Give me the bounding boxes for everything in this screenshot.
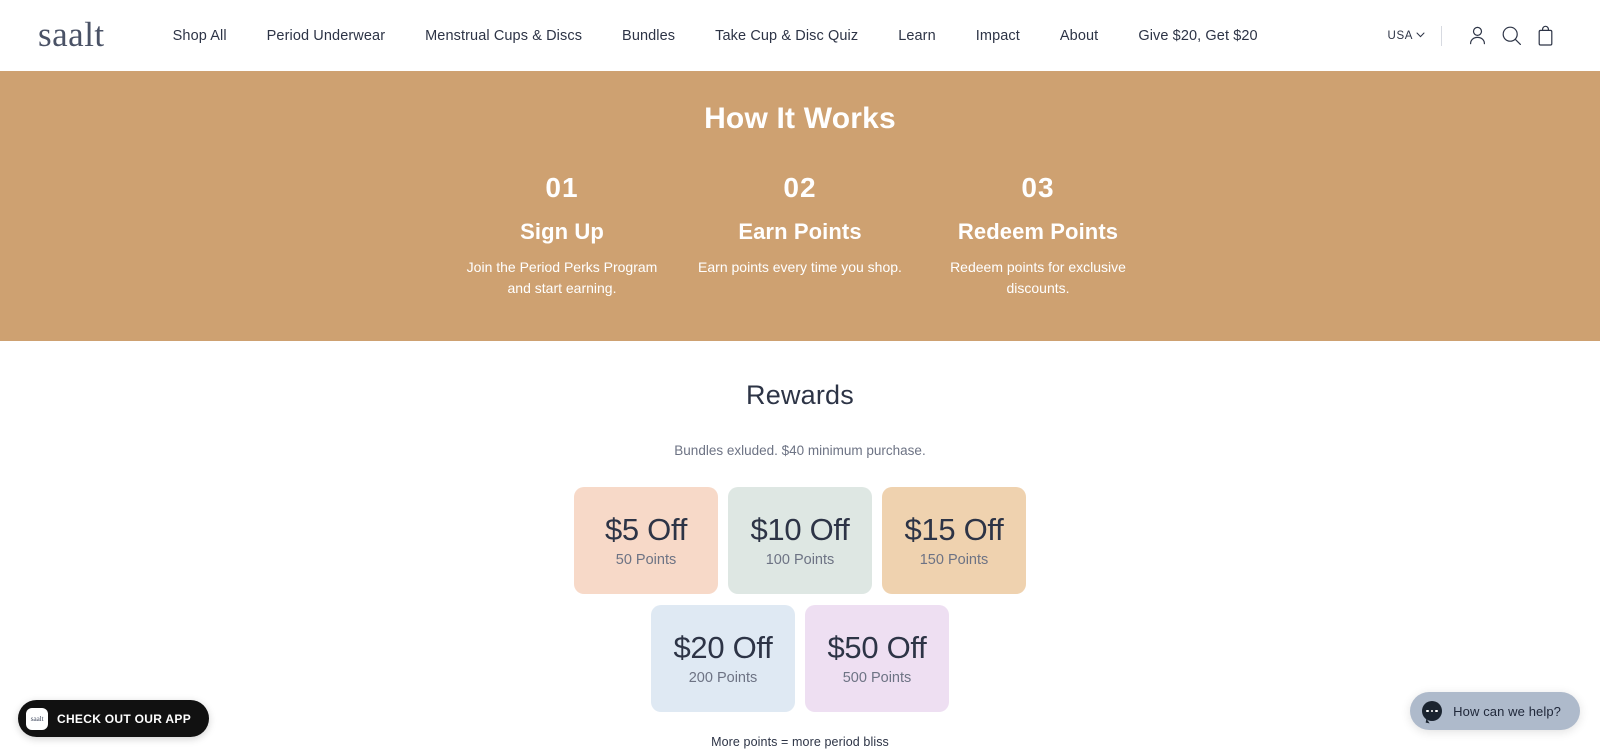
nav-item-take-cup-disc-quiz[interactable]: Take Cup & Disc Quiz — [695, 28, 878, 44]
reward-amount: $20 Off — [673, 629, 773, 665]
rewards-footer-note: More points = more period bliss — [711, 735, 889, 749]
reward-card-15-off[interactable]: $15 Off 150 Points — [882, 487, 1026, 594]
step-title: Redeem Points — [957, 219, 1119, 244]
reward-amount: $10 Off — [750, 511, 850, 547]
rewards-section: Rewards Bundles exluded. $40 minimum pur… — [0, 341, 1600, 749]
reward-points: 100 Points — [765, 551, 835, 568]
shopping-bag-icon — [1535, 24, 1556, 47]
reward-points: 200 Points — [688, 669, 758, 686]
how-it-works-steps: 01 Sign Up Join the Period Perks Program… — [324, 172, 1276, 299]
nav-item-impact[interactable]: Impact — [956, 28, 1040, 44]
nav-item-give-20-get-20[interactable]: Give $20, Get $20 — [1118, 28, 1277, 44]
reward-card-5-off[interactable]: $5 Off 50 Points — [574, 487, 718, 594]
reward-card-50-off[interactable]: $50 Off 500 Points — [805, 605, 949, 712]
user-icon — [1467, 25, 1488, 46]
step-number: 01 — [545, 172, 579, 203]
nav-item-about[interactable]: About — [1040, 28, 1118, 44]
locale-selector[interactable]: USA — [1388, 30, 1441, 42]
search-button[interactable] — [1494, 19, 1528, 53]
nav-item-period-underwear[interactable]: Period Underwear — [247, 28, 405, 44]
main-navigation: Shop All Period Underwear Menstrual Cups… — [173, 28, 1278, 44]
nav-item-learn[interactable]: Learn — [878, 28, 956, 44]
reward-amount: $5 Off — [604, 511, 688, 547]
rewards-title: Rewards — [746, 380, 854, 410]
cart-button[interactable] — [1528, 19, 1562, 53]
step-number: 02 — [783, 172, 817, 203]
step-title: Sign Up — [520, 219, 604, 244]
step-title: Earn Points — [738, 219, 862, 244]
check-out-our-app-button[interactable]: saalt CHECK OUT OUR APP — [18, 700, 209, 737]
step-number: 03 — [1021, 172, 1055, 203]
nav-item-bundles[interactable]: Bundles — [602, 28, 695, 44]
chat-widget-label: How can we help? — [1453, 703, 1561, 719]
reward-points: 500 Points — [842, 669, 912, 686]
saalt-logo[interactable]: saalt — [38, 17, 105, 52]
header-utilities: USA — [1388, 19, 1562, 53]
saalt-app-icon: saalt — [26, 707, 48, 730]
header-divider — [1441, 25, 1442, 46]
chevron-down-icon — [1416, 30, 1425, 40]
rewards-row-1: $5 Off 50 Points $10 Off 100 Points $15 … — [0, 487, 1600, 594]
reward-card-10-off[interactable]: $10 Off 100 Points — [728, 487, 872, 594]
reward-card-20-off[interactable]: $20 Off 200 Points — [651, 605, 795, 712]
step-description: Earn points every time you shop. — [698, 259, 902, 275]
step-earn-points: 02 Earn Points Earn points every time yo… — [681, 172, 919, 299]
locale-label: USA — [1387, 29, 1413, 42]
reward-points: 150 Points — [919, 551, 989, 568]
step-redeem-points: 03 Redeem Points Redeem points for exclu… — [919, 172, 1157, 299]
account-button[interactable] — [1460, 19, 1494, 53]
chat-widget-button[interactable]: How can we help? — [1410, 692, 1580, 730]
step-sign-up: 01 Sign Up Join the Period Perks Program… — [443, 172, 681, 299]
how-it-works-title: How It Works — [704, 102, 896, 135]
reward-points: 50 Points — [615, 551, 677, 568]
step-description: Redeem points for exclusive discounts. — [950, 259, 1126, 296]
chat-bubble-icon — [1422, 701, 1443, 721]
search-icon — [1501, 25, 1522, 46]
nav-item-shop-all[interactable]: Shop All — [173, 28, 247, 44]
reward-amount: $15 Off — [904, 511, 1004, 547]
rewards-row-2: $20 Off 200 Points $50 Off 500 Points — [0, 605, 1600, 712]
step-description: Join the Period Perks Program and start … — [466, 259, 658, 296]
rewards-subtitle: Bundles exluded. $40 minimum purchase. — [674, 443, 926, 458]
nav-item-menstrual-cups-discs[interactable]: Menstrual Cups & Discs — [405, 28, 602, 44]
site-header: saalt Shop All Period Underwear Menstrua… — [0, 0, 1600, 71]
app-badge-label: CHECK OUT OUR APP — [57, 711, 191, 726]
reward-amount: $50 Off — [827, 629, 927, 665]
how-it-works-section: How It Works 01 Sign Up Join the Period … — [0, 71, 1600, 341]
